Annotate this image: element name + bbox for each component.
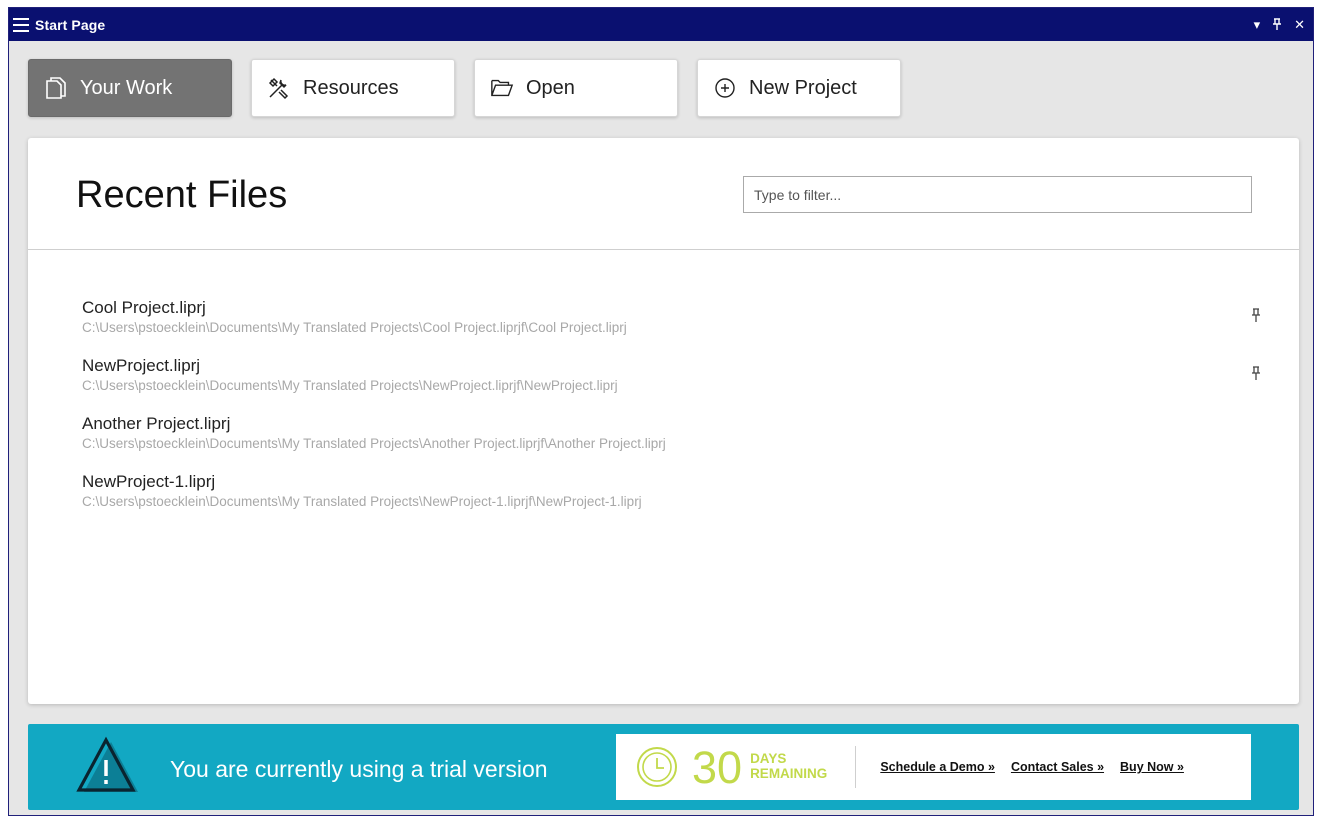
start-page-window: Start Page ▾ ✕ Your Work Resources Open … — [8, 7, 1314, 816]
remaining-label: REMAINING — [750, 766, 828, 781]
page-title: Recent Files — [76, 174, 288, 216]
file-name: NewProject-1.liprj — [82, 472, 216, 491]
window-controls: ▾ ✕ — [1254, 8, 1305, 41]
hamburger-menu-icon[interactable] — [13, 17, 29, 32]
window-title: Start Page — [35, 16, 106, 33]
file-path: C:\Users\pstoecklein\Documents\My Transl… — [82, 378, 618, 393]
days-remaining-count: 30 — [692, 741, 743, 793]
clock-icon — [637, 747, 677, 787]
recent-file-item[interactable]: Cool Project.liprj C:\Users\pstoecklein\… — [82, 298, 1262, 356]
trial-message: You are currently using a trial version — [170, 756, 548, 782]
resources-button[interactable]: Resources — [251, 59, 455, 117]
divider — [855, 746, 857, 788]
filter-input[interactable] — [743, 176, 1252, 213]
file-path: C:\Users\pstoecklein\Documents\My Transl… — [82, 436, 666, 451]
contact-sales-link[interactable]: Contact Sales » — [1011, 760, 1104, 774]
recent-files-header: Recent Files — [28, 138, 1299, 250]
your-work-label: Your Work — [80, 76, 173, 99]
file-path: C:\Users\pstoecklein\Documents\My Transl… — [82, 320, 627, 335]
days-label: DAYS — [750, 751, 787, 767]
file-name: Another Project.liprj — [82, 414, 231, 433]
new-project-button[interactable]: New Project — [697, 59, 901, 117]
plus-circle-icon — [713, 76, 737, 100]
new-project-label: New Project — [749, 76, 857, 99]
resources-label: Resources — [303, 76, 399, 99]
trial-info-panel: 30 DAYS REMAINING Schedule a Demo » Cont… — [616, 734, 1251, 800]
dropdown-arrow-icon[interactable]: ▾ — [1254, 18, 1261, 31]
pin-icon[interactable] — [1250, 308, 1262, 322]
trial-links: Schedule a Demo » Contact Sales » Buy No… — [880, 760, 1184, 774]
recent-file-item[interactable]: Another Project.liprj C:\Users\pstoeckle… — [82, 414, 1262, 472]
recent-files-list: Cool Project.liprj C:\Users\pstoecklein\… — [82, 298, 1262, 530]
pin-icon[interactable] — [1250, 366, 1262, 380]
document-icon — [44, 76, 68, 100]
folder-open-icon — [490, 76, 514, 100]
warning-icon — [76, 736, 138, 792]
recent-file-item[interactable]: NewProject-1.liprj C:\Users\pstoecklein\… — [82, 472, 1262, 530]
days-remaining-label: DAYS REMAINING — [750, 751, 828, 782]
trial-banner: You are currently using a trial version … — [28, 724, 1299, 810]
tools-icon — [267, 76, 291, 100]
open-button[interactable]: Open — [474, 59, 678, 117]
file-name: Cool Project.liprj — [82, 298, 206, 317]
close-window-icon[interactable]: ✕ — [1294, 18, 1305, 31]
title-bar: Start Page ▾ ✕ — [9, 8, 1313, 41]
open-label: Open — [526, 76, 575, 99]
schedule-demo-link[interactable]: Schedule a Demo » — [880, 760, 995, 774]
buy-now-link[interactable]: Buy Now » — [1120, 760, 1184, 774]
file-path: C:\Users\pstoecklein\Documents\My Transl… — [82, 494, 642, 509]
pin-window-icon[interactable] — [1272, 17, 1282, 32]
recent-files-panel: Recent Files Cool Project.liprj C:\Users… — [28, 138, 1299, 704]
your-work-button[interactable]: Your Work — [28, 59, 232, 117]
recent-file-item[interactable]: NewProject.liprj C:\Users\pstoecklein\Do… — [82, 356, 1262, 414]
file-name: NewProject.liprj — [82, 356, 201, 375]
